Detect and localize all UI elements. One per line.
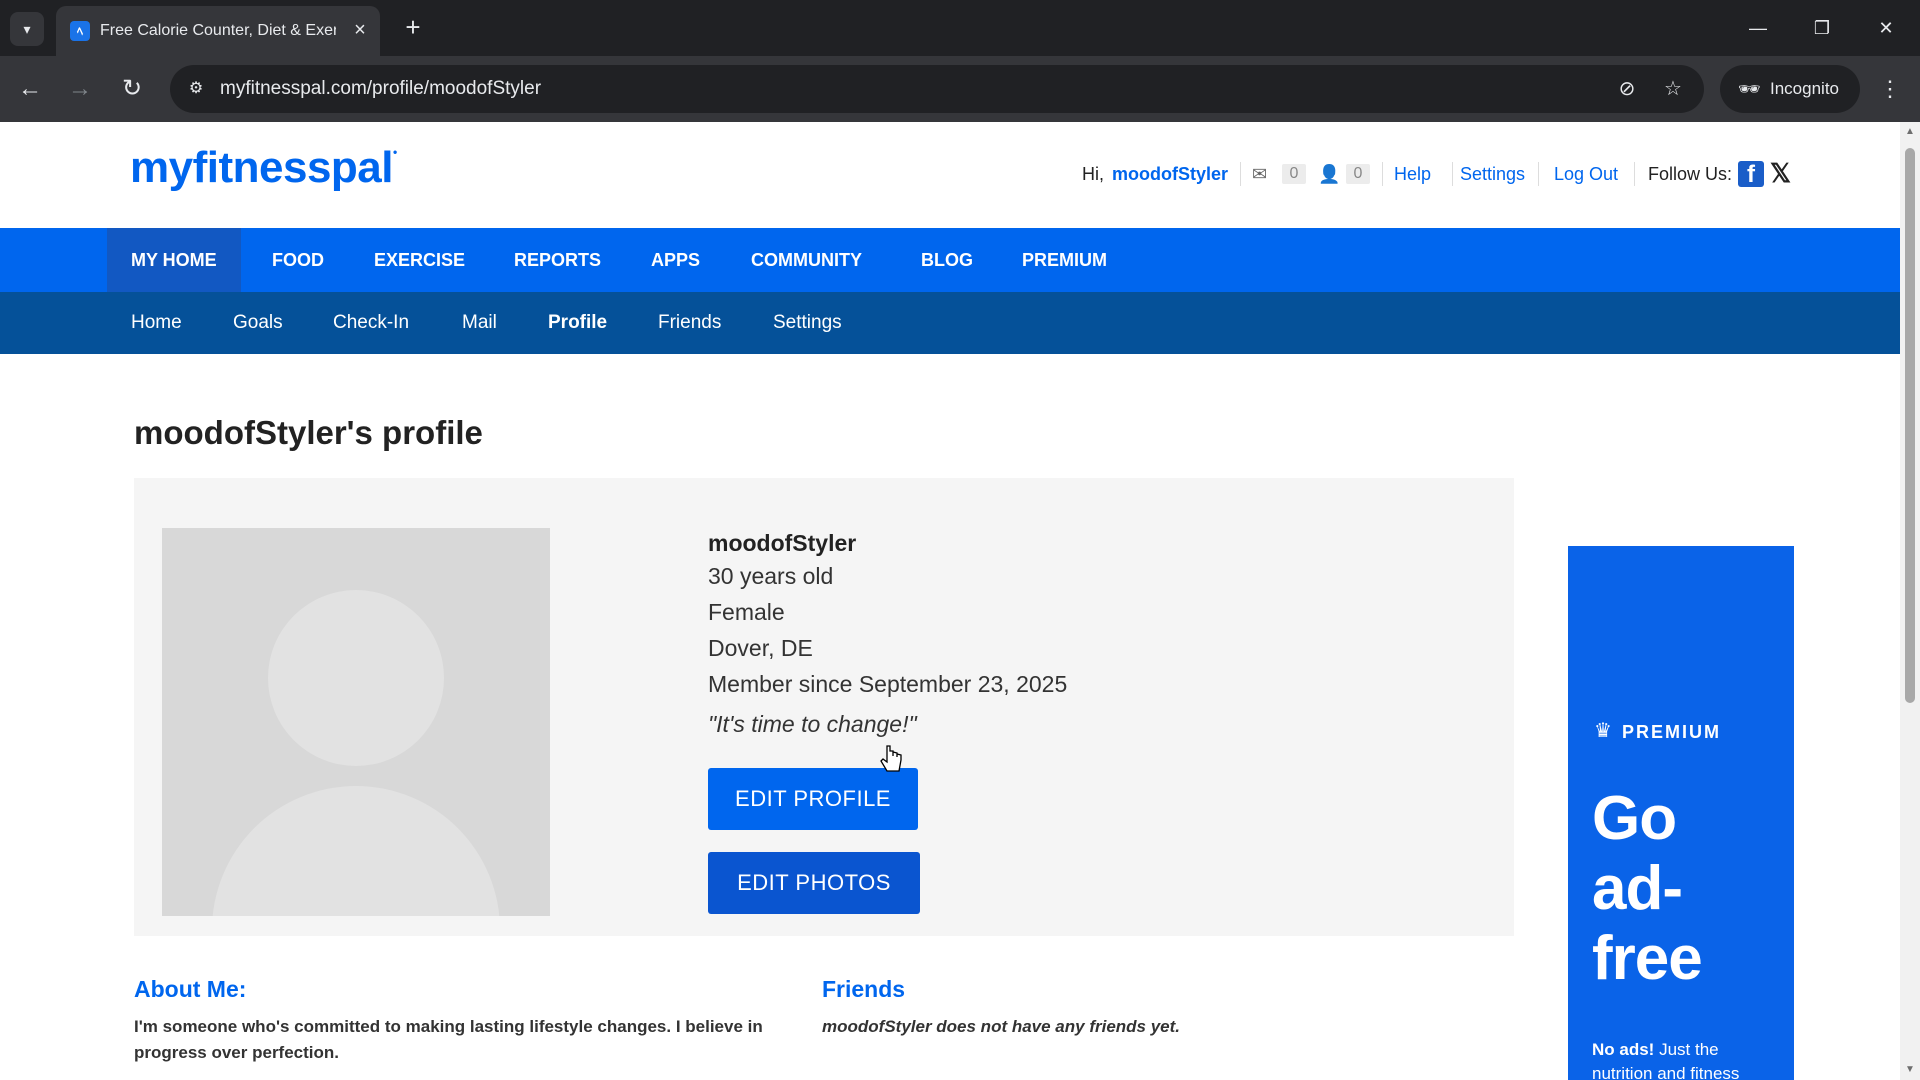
ad-subtext: No ads! Just the nutrition and fitness <box>1592 1038 1782 1080</box>
browser-tab[interactable]: ﾍ Free Calorie Counter, Diet & Exercise … <box>56 6 380 56</box>
favicon-icon: ﾍ <box>70 21 90 41</box>
logout-link[interactable]: Log Out <box>1554 160 1618 188</box>
profile-location: Dover, DE <box>708 635 813 661</box>
page-title: moodofStyler's profile <box>134 414 483 451</box>
url-text[interactable]: myfitnesspal.com/profile/moodofStyler <box>220 77 541 101</box>
about-me-heading: About Me: <box>134 976 247 1002</box>
page-content: myfitnesspal• Hi, moodofStyler ✉ 0 👤 0 H… <box>0 122 1900 1080</box>
browser-toolbar: ← → ↻ ⚙ myfitnesspal.com/profile/moodofS… <box>0 56 1920 122</box>
divider <box>1634 162 1635 186</box>
profile-card: moodofStyler 30 years old Female Dover, … <box>134 478 1514 936</box>
ad-premium-label: PREMIUM <box>1622 722 1721 742</box>
x-twitter-icon[interactable]: 𝕏 <box>1770 158 1791 188</box>
avatar <box>162 528 550 916</box>
facebook-icon[interactable]: f <box>1738 161 1764 188</box>
profile-quote: "It's time to change!" <box>708 711 917 737</box>
minimize-icon[interactable]: — <box>1736 10 1780 46</box>
main-nav: MY HOME FOOD EXERCISE REPORTS APPS COMMU… <box>0 228 1900 292</box>
reload-icon[interactable]: ↻ <box>114 71 150 107</box>
edit-photos-button[interactable]: EDIT PHOTOS <box>708 852 920 914</box>
premium-ad[interactable]: ♛ PREMIUM Go ad-free No ads! Just the nu… <box>1568 546 1794 1080</box>
plus-icon[interactable]: + <box>396 10 430 44</box>
nav-reports[interactable]: REPORTS <box>490 228 625 292</box>
nav-exercise[interactable]: EXERCISE <box>350 228 489 292</box>
close-icon[interactable]: × <box>348 18 372 42</box>
scroll-thumb[interactable] <box>1905 148 1915 703</box>
mail-count[interactable]: 0 <box>1282 164 1306 184</box>
page-scrollbar[interactable]: ▲ ▼ <box>1900 122 1920 1080</box>
address-bar[interactable]: ⚙ myfitnesspal.com/profile/moodofStyler … <box>170 65 1704 113</box>
nav-community[interactable]: COMMUNITY <box>727 228 886 292</box>
subnav-profile[interactable]: Profile <box>548 292 607 354</box>
friend-request-count[interactable]: 0 <box>1346 164 1370 184</box>
divider <box>1538 162 1539 186</box>
ad-headline: Go ad-free <box>1592 784 1703 993</box>
incognito-label: Incognito <box>1770 79 1839 98</box>
about-me-text: I'm someone who's committed to making la… <box>134 1017 763 1062</box>
profile-gender: Female <box>708 599 785 625</box>
tab-title: Free Calorie Counter, Diet & Exercise <box>100 22 336 39</box>
person-icon[interactable]: 👤 <box>1318 160 1340 188</box>
edit-profile-button[interactable]: EDIT PROFILE <box>708 768 918 830</box>
friends-heading[interactable]: Friends <box>822 976 905 1003</box>
divider <box>1382 162 1383 186</box>
restore-icon[interactable]: ❐ <box>1800 10 1844 46</box>
nav-apps[interactable]: APPS <box>627 228 724 292</box>
greeting: Hi, <box>1082 164 1104 184</box>
incognito-icon: 🕶 <box>1738 79 1761 99</box>
follow-us-label: Follow Us: <box>1648 164 1733 184</box>
subnav-goals[interactable]: Goals <box>233 292 283 354</box>
nav-my-home[interactable]: MY HOME <box>107 228 241 292</box>
window-close-icon[interactable]: ✕ <box>1864 10 1908 46</box>
nav-blog[interactable]: BLOG <box>897 228 997 292</box>
profile-age: 30 years old <box>708 563 834 589</box>
logo-text: myfitnesspal <box>130 143 393 192</box>
avatar-head-shape <box>268 590 444 766</box>
mouse-cursor-icon <box>880 745 902 772</box>
eye-off-icon[interactable]: ⊘ <box>1614 76 1640 102</box>
subnav-settings[interactable]: Settings <box>773 292 842 354</box>
divider <box>1240 162 1241 186</box>
site-info-icon[interactable]: ⚙ <box>184 77 208 101</box>
profile-member-since: Member since September 23, 2025 <box>708 671 1068 697</box>
crown-icon: ♛ <box>1594 720 1612 742</box>
logo[interactable]: myfitnesspal• <box>130 146 397 190</box>
nav-food[interactable]: FOOD <box>248 228 348 292</box>
menu-icon[interactable]: ⋮ <box>1876 71 1904 107</box>
scroll-down-icon[interactable]: ▼ <box>1904 1064 1916 1076</box>
chevron-down-icon[interactable]: ▾ <box>10 12 44 46</box>
profile-info: moodofStyler 30 years old Female Dover, … <box>708 528 1408 742</box>
avatar-body-shape <box>212 786 500 916</box>
subnav-home[interactable]: Home <box>131 292 182 354</box>
subnav-friends[interactable]: Friends <box>658 292 721 354</box>
tab-strip: ▾ ﾍ Free Calorie Counter, Diet & Exercis… <box>0 0 1920 56</box>
subnav-check-in[interactable]: Check-In <box>333 292 409 354</box>
friends-empty-text: moodofStyler does not have any friends y… <box>822 1017 1181 1036</box>
star-icon[interactable]: ☆ <box>1660 76 1686 102</box>
nav-premium[interactable]: PREMIUM <box>998 228 1131 292</box>
settings-link[interactable]: Settings <box>1460 160 1525 188</box>
forward-icon[interactable]: → <box>62 71 98 107</box>
ad-sub-bold: No ads! <box>1592 1040 1655 1059</box>
username-link[interactable]: moodofStyler <box>1112 160 1228 188</box>
profile-name: moodofStyler <box>708 530 857 556</box>
back-icon[interactable]: ← <box>12 71 48 107</box>
scroll-up-icon[interactable]: ▲ <box>1904 126 1916 138</box>
mail-icon[interactable]: ✉ <box>1252 160 1267 188</box>
browser-chrome: ▾ ﾍ Free Calorie Counter, Diet & Exercis… <box>0 0 1920 122</box>
divider <box>1452 162 1453 186</box>
incognito-indicator[interactable]: 🕶 Incognito <box>1720 65 1860 113</box>
help-link[interactable]: Help <box>1394 160 1431 188</box>
sub-nav: Home Goals Check-In Mail Profile Friends… <box>0 292 1900 354</box>
subnav-mail[interactable]: Mail <box>462 292 497 354</box>
